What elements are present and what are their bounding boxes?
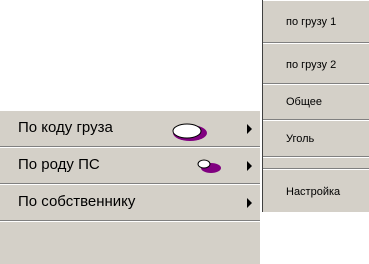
menu-item-label: По коду груза [18,119,113,136]
wagon-icon [172,123,207,141]
submenu-item-label: по грузу 1 [286,16,337,28]
submenu: по грузу 1 по грузу 2 Общее Уголь Настро… [262,0,369,212]
menu-item-by-owner[interactable]: По собственнику [0,184,260,221]
submenu-item-label: Настройка [286,186,341,198]
menu-item-by-rolling-stock-type[interactable]: По роду ПС [0,147,260,184]
submenu-arrow-icon [247,124,252,134]
submenu-separator [263,157,369,169]
wagon-icon [197,159,221,173]
submenu-item-general[interactable]: Общее [263,84,369,120]
menu-item-label: По роду ПС [18,156,100,173]
submenu-item-label: Уголь [286,133,315,145]
submenu-arrow-icon [247,161,252,171]
menu-item-empty [0,221,260,258]
context-menu: По коду груза По роду ПС По собственнику [0,110,260,264]
submenu-arrow-icon [247,198,252,208]
submenu-item-coal[interactable]: Уголь [263,120,369,157]
menu-item-label: По собственнику [18,193,136,210]
submenu-item-cargo-2[interactable]: по грузу 2 [263,43,369,84]
submenu-item-label: по грузу 2 [286,59,337,71]
submenu-item-cargo-1[interactable]: по грузу 1 [263,0,369,43]
submenu-item-label: Общее [286,96,323,108]
submenu-item-settings[interactable]: Настройка [263,169,369,212]
menu-item-by-cargo-code[interactable]: По коду груза [0,110,260,147]
